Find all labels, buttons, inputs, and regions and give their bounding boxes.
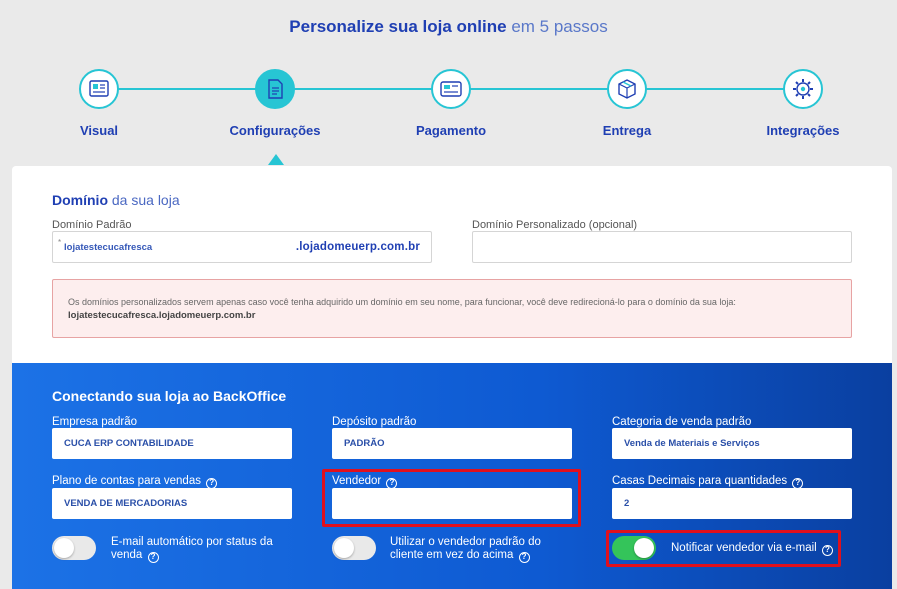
categoria-select[interactable]: Venda de Materiais e Serviços: [612, 428, 852, 459]
toggle-knob: [54, 538, 74, 558]
alert-text: Os domínios personalizados servem apenas…: [68, 297, 736, 307]
empresa-label: Empresa padrão: [52, 416, 138, 428]
page-title: Personalize sua loja online em 5 passos: [289, 17, 608, 36]
step-label: Integrações: [766, 123, 840, 138]
vendedor-highlight: [322, 469, 581, 527]
default-domain-label: Domínio Padrão: [52, 219, 132, 231]
email-status-toggle[interactable]: [52, 536, 96, 560]
domain-card: Domínio da sua loja Domínio Padrão * loj…: [12, 166, 892, 366]
deposito-select[interactable]: PADRÃO: [332, 428, 572, 459]
default-domain-value: lojatestecucafresca: [64, 242, 153, 253]
step-pagamento[interactable]: Pagamento: [371, 69, 531, 138]
payment-icon: [431, 69, 471, 109]
plano-label: Plano de contas para vendas ?: [52, 475, 218, 489]
help-icon[interactable]: ?: [147, 552, 159, 563]
casas-input[interactable]: 2: [612, 488, 852, 519]
box-icon: [607, 69, 647, 109]
step-integracoes[interactable]: Integrações: [723, 69, 883, 138]
casas-label: Casas Decimais para quantidades ?: [612, 475, 804, 489]
backoffice-section: Conectando sua loja ao BackOffice Empres…: [12, 363, 892, 589]
domain-section-title: Domínio da sua loja: [52, 192, 180, 208]
document-icon: [255, 69, 295, 109]
step-label: Pagamento: [415, 123, 487, 138]
layout-icon: [79, 69, 119, 109]
active-step-pointer: [268, 154, 284, 165]
plano-select[interactable]: VENDA DE MERCADORIAS: [52, 488, 292, 519]
default-domain-field[interactable]: * lojatestecucafresca .lojadomeuerp.com.…: [52, 231, 432, 263]
vendedor-padrao-label: Utilizar o vendedor padrão do cliente em…: [390, 536, 541, 563]
step-entrega[interactable]: Entrega: [547, 69, 707, 138]
toggle-knob: [334, 538, 354, 558]
step-label: Visual: [79, 123, 119, 138]
custom-domain-input[interactable]: [472, 231, 852, 263]
step-configuracoes[interactable]: Configurações: [195, 69, 355, 138]
domain-suffix: .lojadomeuerp.com.br: [295, 241, 420, 253]
deposito-label: Depósito padrão: [332, 416, 417, 428]
email-status-label: E-mail automático por status da venda ?: [111, 536, 273, 563]
empresa-select[interactable]: CUCA ERP CONTABILIDADE: [52, 428, 292, 459]
help-icon[interactable]: ?: [518, 552, 530, 563]
backoffice-title: Conectando sua loja ao BackOffice: [52, 388, 287, 404]
required-mark: *: [58, 238, 62, 247]
gear-icon: [783, 69, 823, 109]
vendedor-padrao-toggle[interactable]: [332, 536, 376, 560]
domain-alert: Os domínios personalizados servem apenas…: [52, 279, 852, 338]
categoria-label: Categoria de venda padrão: [612, 416, 752, 428]
alert-domain: lojatestecucafresca.lojadomeuerp.com.br: [68, 310, 256, 321]
step-label: Configurações: [229, 123, 321, 138]
step-visual[interactable]: Visual: [19, 69, 179, 138]
custom-domain-label: Domínio Personalizado (opcional): [472, 219, 638, 231]
notificar-highlight: [606, 530, 841, 567]
step-label: Entrega: [602, 123, 652, 138]
